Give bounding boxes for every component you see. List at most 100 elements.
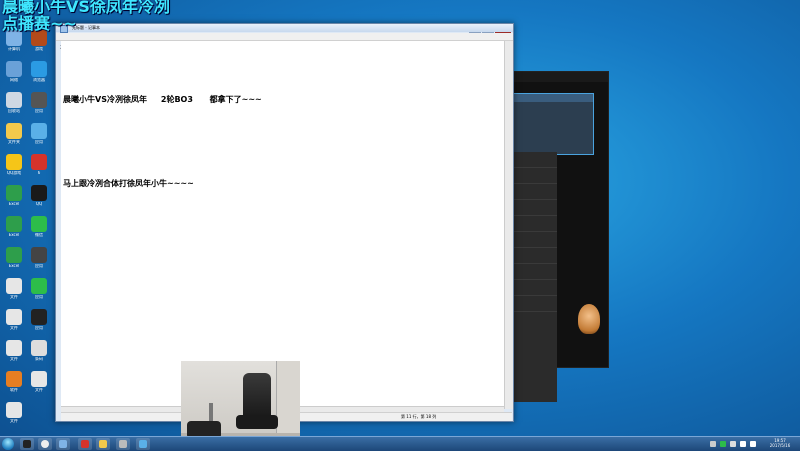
desktop-icon-label: 软件: [10, 388, 18, 392]
system-clock[interactable]: 19:57 2017/5/16: [762, 438, 798, 448]
list-item[interactable]: [512, 216, 557, 232]
app-icon: [6, 371, 22, 387]
wechat-icon: [31, 216, 47, 232]
list-item[interactable]: [512, 280, 557, 296]
desktop-icon[interactable]: 条码: [27, 340, 51, 366]
desktop-icon[interactable]: 软件: [2, 371, 26, 397]
app-icon: [23, 440, 31, 448]
desktop-icon-label: 应用: [35, 264, 43, 268]
desktop-icon[interactable]: 应用: [27, 247, 51, 273]
taskbar-app-1[interactable]: [20, 438, 34, 450]
menu-bar: 文件(F) 编辑(E) 格式(O) 查看(V) 帮助(H): [56, 33, 513, 49]
dark-list[interactable]: [512, 152, 557, 402]
desktop-icon-label: 文件: [10, 295, 18, 299]
app-icon: [59, 440, 67, 448]
overlay-line-1: 晨曦小牛VS徐凤年冷冽: [2, 0, 170, 16]
file-icon: [6, 278, 22, 294]
taskbar-app-3[interactable]: [56, 438, 70, 450]
desktop-icon-label: 文件: [10, 326, 18, 330]
taskbar-app-4[interactable]: [78, 438, 92, 450]
desktop-icon-label: 文件: [10, 419, 18, 423]
app-icon: [31, 309, 47, 325]
cursor-position: 第 11 行，第 18 列: [401, 414, 437, 419]
desktop-icon[interactable]: 文件: [2, 309, 26, 335]
desktop-icon[interactable]: 应用: [27, 278, 51, 304]
list-item[interactable]: [512, 232, 557, 248]
desktop-icon[interactable]: 应用: [27, 123, 51, 149]
app-icon: [31, 247, 47, 263]
browser-icon: [31, 61, 47, 77]
dark-app-window[interactable]: [505, 71, 609, 402]
start-button[interactable]: [2, 438, 14, 450]
list-item[interactable]: [512, 264, 557, 280]
app-6-icon: [81, 440, 89, 448]
volume-icon[interactable]: [740, 441, 746, 447]
desktop-icon[interactable]: Excel: [2, 216, 26, 242]
desktop-icon[interactable]: QQ游戏: [2, 154, 26, 180]
text-editor-area[interactable]: 晨曦小牛VS冷冽徐凤年 2轮BO3 都拿下了~~~ 马上跟冷冽合体打徐凤年小牛~…: [61, 41, 504, 409]
desktop-icon[interactable]: 文件: [27, 371, 51, 397]
desktop-icon[interactable]: 浏览器: [27, 61, 51, 87]
taskbar-app-6[interactable]: [116, 438, 130, 450]
desktop-icon[interactable]: 计算机: [2, 30, 26, 56]
clock-date: 2017/5/16: [769, 443, 791, 448]
desktop-icon[interactable]: 网络: [2, 61, 26, 87]
desktop-icon-label: 应用: [35, 109, 43, 113]
desktop-icon[interactable]: 文件: [2, 340, 26, 366]
list-item[interactable]: [512, 184, 557, 200]
tray-icon[interactable]: [720, 441, 726, 447]
folder-icon: [6, 123, 22, 139]
desktop-icon[interactable]: 游戏: [27, 30, 51, 56]
desktop-icon-label: 应用: [35, 295, 43, 299]
desktop-icon[interactable]: 文件: [2, 402, 26, 428]
desktop-icon-label: 计算机: [8, 47, 20, 51]
barcode-icon: [31, 340, 47, 356]
desktop-icon-label: Excel: [8, 264, 20, 268]
desktop-icon[interactable]: QQ: [27, 185, 51, 211]
desktop-icon[interactable]: 文件: [2, 278, 26, 304]
desktop-icon-label: 文件: [10, 357, 18, 361]
desktop-icon-label: 应用: [35, 140, 43, 144]
desktop-icon[interactable]: Excel: [2, 247, 26, 273]
text-line-1: 晨曦小牛VS冷冽徐凤年 2轮BO3 都拿下了~~~: [63, 95, 262, 104]
desktop-icon-label: 微信: [35, 233, 43, 237]
dark-dialog-title: [513, 94, 593, 102]
file-icon: [6, 402, 22, 418]
gaming-chair-seat: [236, 415, 278, 429]
desktop-icon-label: 回收站: [8, 109, 20, 113]
webcam-door: [276, 361, 300, 436]
app-icon: [31, 123, 47, 139]
list-item[interactable]: [512, 248, 557, 264]
app-icon: [31, 278, 47, 294]
desktop-icon[interactable]: 回收站: [2, 92, 26, 118]
taskbar-app-7[interactable]: [136, 438, 150, 450]
desktop-icon[interactable]: 微信: [27, 216, 51, 242]
desktop-icon[interactable]: Excel: [2, 185, 26, 211]
file-icon: [31, 371, 47, 387]
taskbar-app-5[interactable]: [96, 438, 110, 450]
dark-dialog-panel[interactable]: [512, 93, 594, 155]
vertical-scrollbar[interactable]: [504, 41, 513, 409]
desktop-icon[interactable]: 应用: [27, 92, 51, 118]
desktop-icon-label: Excel: [8, 202, 20, 206]
desktop-icon[interactable]: 应用: [27, 309, 51, 335]
text-line-2: 马上跟冷冽合体打徐凤年小牛~~~~: [63, 179, 194, 188]
tray-icon[interactable]: [710, 441, 716, 447]
app-icon: [139, 440, 147, 448]
desktop-icon-label: 6: [37, 171, 41, 175]
list-item[interactable]: [512, 200, 557, 216]
desktop-icon[interactable]: 文件夹: [2, 123, 26, 149]
list-item[interactable]: [512, 168, 557, 184]
desktop-icon-label: 条码: [35, 357, 43, 361]
desktop-icon[interactable]: 6: [27, 154, 51, 180]
list-item[interactable]: [512, 296, 557, 312]
stream-overlay-title: 晨曦小牛VS徐凤年冷冽 点播赛~~: [2, 0, 170, 32]
network-icon[interactable]: [750, 441, 756, 447]
excel-icon: [6, 216, 22, 232]
taskbar-app-2[interactable]: [38, 438, 52, 450]
tray-icon[interactable]: [730, 441, 736, 447]
excel-icon: [6, 185, 22, 201]
desktop-icon-label: QQ游戏: [6, 171, 22, 175]
list-item[interactable]: [512, 152, 557, 168]
dark-window-titlebar[interactable]: [506, 72, 608, 82]
